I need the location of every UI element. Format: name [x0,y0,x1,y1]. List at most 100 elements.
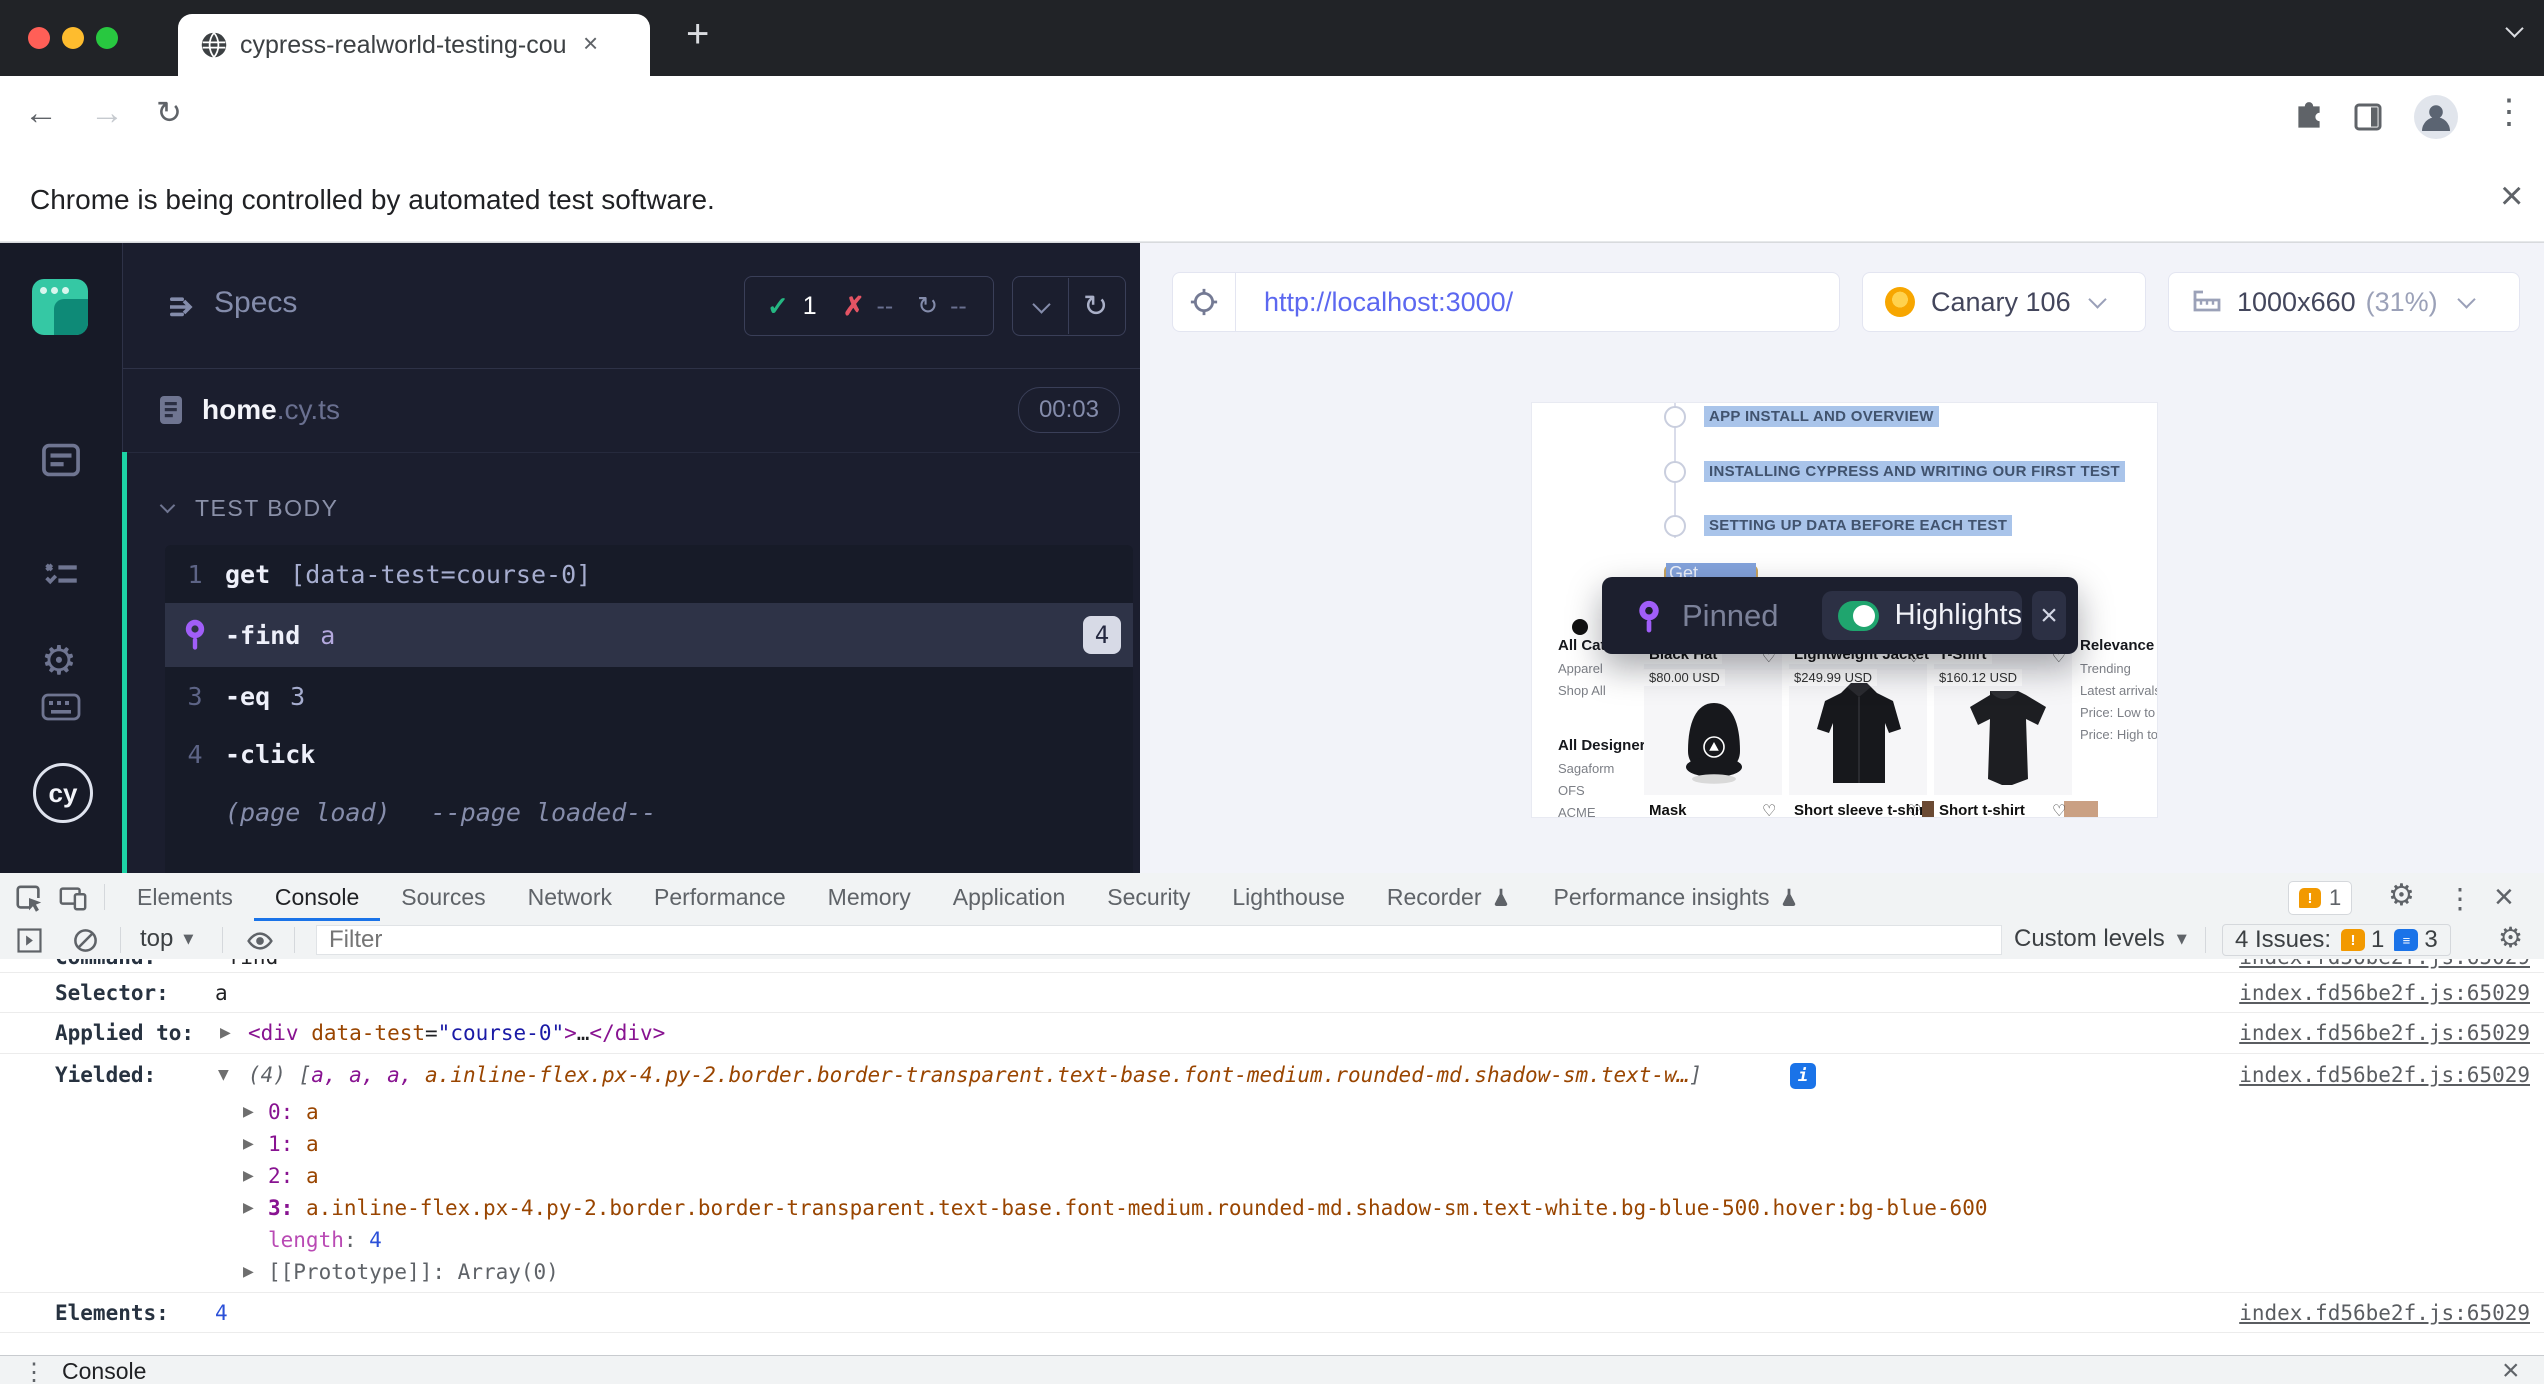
tab-memory[interactable]: Memory [807,873,932,921]
browser-menu-dots-icon[interactable]: ⋮ [2492,92,2526,132]
expand-triangle-icon[interactable]: ▶ [220,1025,231,1041]
keyboard-shortcuts-icon[interactable] [41,693,81,721]
tab-recorder[interactable]: Recorder [1366,873,1533,921]
tab-console[interactable]: Console [254,873,380,921]
command-row-page-load[interactable]: (page load) --page loaded-- [165,783,1133,841]
devtools-settings-gear-icon[interactable]: ⚙ [2388,881,2415,911]
infobar-close-icon[interactable]: × [2500,174,2523,219]
device-toolbar-icon[interactable] [58,883,88,913]
console-settings-gear-icon[interactable]: ⚙ [2498,924,2523,952]
store-category-link[interactable]: Apparel [1558,661,1603,676]
store-designer-link[interactable]: Sagaform [1558,761,1614,776]
browser-tab[interactable]: cypress-realworld-testing-cou × [178,14,650,76]
tab-application[interactable]: Application [932,873,1087,921]
store-sort-link[interactable]: Price: High to low [2080,727,2157,742]
spec-row[interactable]: home.cy.ts 00:03 [122,368,1140,453]
tab-close-icon[interactable]: × [583,28,598,59]
divider [120,927,121,953]
store-sort-link[interactable]: Latest arrivals [2080,683,2157,698]
highlights-toggle[interactable] [1838,601,1879,631]
side-panel-icon[interactable] [2352,101,2384,133]
log-levels-selector[interactable]: Custom levels ▼ [2014,925,2187,953]
traffic-light-minimize[interactable] [62,27,84,49]
new-tab-button[interactable]: + [686,12,709,57]
source-link[interactable]: index.fd56be2f.js:65029 [2239,1301,2530,1325]
sidebar-item-specs-icon[interactable] [40,553,82,595]
cypress-cy-logo[interactable]: cy [33,763,93,823]
rerun-icon[interactable]: ↻ [1083,289,1108,324]
store-designer-link[interactable]: ACME [1558,805,1596,817]
drawer-close-icon[interactable]: × [2502,1354,2520,1384]
browser-select-button[interactable]: Canary 106 [1862,272,2146,332]
reload-icon[interactable]: ↻ [156,95,182,131]
drawer-console-tab[interactable]: Console [62,1358,146,1384]
product-name[interactable]: Short t-shirt [1934,801,2030,817]
inspect-element-icon[interactable] [14,883,44,913]
back-icon[interactable]: ← [24,94,58,133]
sidebar-item-runs-icon[interactable] [40,439,82,481]
traffic-light-close[interactable] [28,27,50,49]
collapse-triangle-icon[interactable]: ▼ [218,1067,229,1083]
tab-performance-insights[interactable]: Performance insights [1533,873,1821,921]
traffic-light-zoom[interactable] [96,27,118,49]
issues-summary-button[interactable]: 4 Issues: ! 1 ≡ 3 [2222,924,2451,956]
source-link[interactable]: index.fd56be2f.js:65029 [2239,959,2530,969]
expand-triangle-icon[interactable]: ▶ [243,1168,254,1184]
command-row-find-pinned[interactable]: -find a 4 [165,603,1133,667]
wishlist-heart-icon[interactable]: ♡ [1907,801,1921,817]
command-row-get[interactable]: 1 get [data-test=course-0] [165,545,1133,603]
product-card[interactable]: T-Shirt $160.12 USD ♡ [1934,643,2072,795]
command-row-click[interactable]: 4 -click [165,725,1133,783]
context-selector[interactable]: top ▼ [140,925,193,953]
expand-triangle-icon[interactable]: ▶ [243,1104,254,1120]
aut-url-bar[interactable]: http://localhost:3000/ [1172,272,1840,332]
store-sort-link[interactable]: Price: Low to high [2080,705,2157,720]
expand-triangle-icon[interactable]: ▶ [243,1264,254,1280]
console-row-clipped[interactable]: Command: -find index.fd56be2f.js:65029 [0,959,2544,972]
store-category-link[interactable]: Shop All [1558,683,1606,698]
extensions-puzzle-icon[interactable] [2292,100,2326,134]
product-card[interactable]: Black Hat $80.00 USD ♡ [1644,643,1782,795]
cypress-app-logo[interactable] [32,279,88,335]
devtools-tab-bar: Elements Console Sources Network Perform… [0,873,2544,922]
profile-avatar[interactable] [2412,93,2460,141]
forward-icon[interactable]: → [90,94,124,133]
issues-counter-button[interactable]: ! 1 [2288,881,2352,915]
tab-search-chevron-icon[interactable] [2505,19,2523,37]
command-row-eq[interactable]: 3 -eq 3 [165,667,1133,725]
tab-sources[interactable]: Sources [380,873,506,921]
store-designer-link[interactable]: OFS [1558,783,1585,798]
clear-console-icon[interactable] [72,927,99,954]
tab-elements[interactable]: Elements [116,873,254,921]
info-icon[interactable]: i [1790,1063,1816,1089]
tab-lighthouse[interactable]: Lighthouse [1211,873,1366,921]
highlights-toggle-group[interactable]: Highlights [1822,591,2022,640]
tab-network[interactable]: Network [507,873,633,921]
expand-triangle-icon[interactable]: ▶ [243,1200,254,1216]
source-link[interactable]: index.fd56be2f.js:65029 [2239,981,2530,1005]
expand-triangle-icon[interactable]: ▶ [243,1136,254,1152]
collapse-chevron-icon[interactable] [1032,295,1050,313]
wishlist-heart-icon[interactable]: ♡ [2052,801,2066,817]
tooltip-close-button[interactable]: × [2032,591,2066,640]
devtools-close-icon[interactable]: × [2494,878,2514,917]
devtools-menu-dots-icon[interactable]: ⋮ [2446,882,2474,915]
selector-playground-icon[interactable] [1173,273,1236,331]
wishlist-heart-icon[interactable]: ♡ [1762,801,1776,817]
product-card[interactable]: Lightweight Jacket $249.99 USD ♡ [1789,643,1927,795]
product-name[interactable]: Mask [1644,801,1692,817]
console-sidebar-toggle-icon[interactable] [16,927,43,954]
tab-performance[interactable]: Performance [633,873,807,921]
run-controls: ↻ [1012,276,1126,336]
settings-gear-icon[interactable]: ⚙ [41,641,77,681]
source-link[interactable]: index.fd56be2f.js:65029 [2239,1021,2530,1045]
drawer-menu-dots-icon[interactable]: ⋮ [22,1358,46,1384]
console-filter-input[interactable] [316,925,2002,955]
specs-menu-icon[interactable] [166,291,198,323]
eye-watch-icon[interactable] [246,927,274,955]
test-body-section-header[interactable]: TEST BODY [162,495,338,522]
source-link[interactable]: index.fd56be2f.js:65029 [2239,1063,2530,1087]
tab-security[interactable]: Security [1086,873,1211,921]
store-sort-link[interactable]: Trending [2080,661,2131,676]
viewport-button[interactable]: 1000x660 (31%) [2168,272,2520,332]
